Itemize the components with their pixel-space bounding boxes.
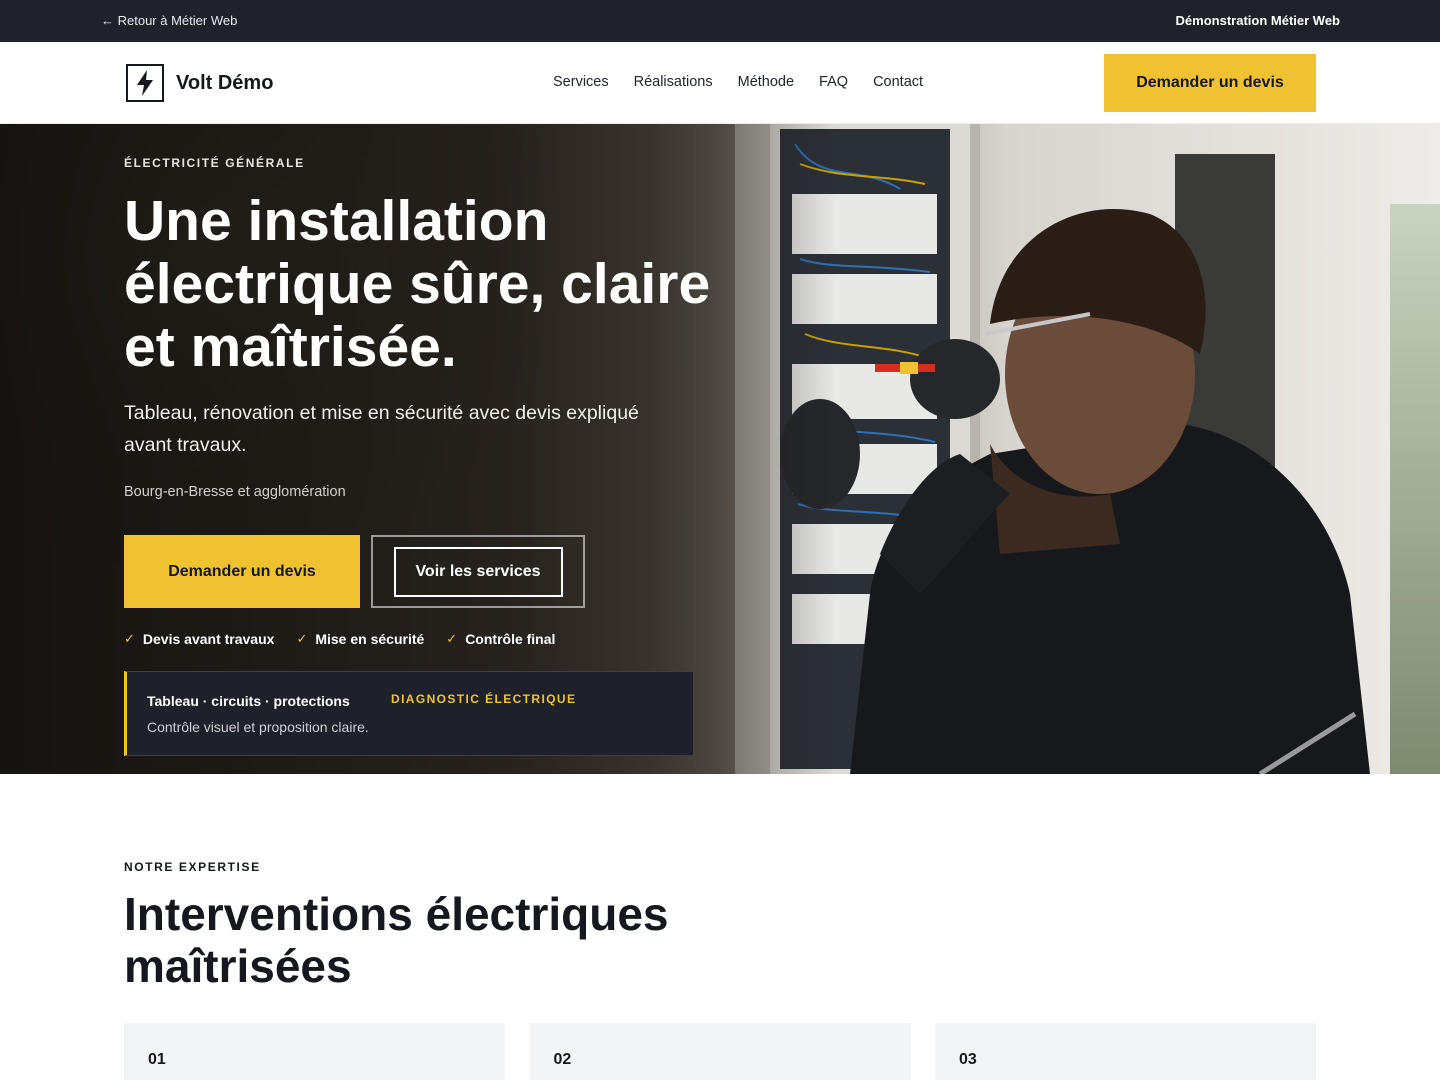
card-number: 01 xyxy=(148,1051,166,1068)
nav-methode[interactable]: Méthode xyxy=(738,74,794,90)
diagnostic-title: Tableau · circuits · protections xyxy=(147,693,350,709)
top-strip: ← Retour à Métier Web Démonstration Méti… xyxy=(0,0,1440,42)
service-area: Bourg-en-Bresse et agglomération xyxy=(124,484,346,500)
hero-section: Électricité générale Une installation él… xyxy=(0,124,1440,774)
check-icon: ✓ xyxy=(446,631,458,646)
hero-eyebrow: Électricité générale xyxy=(124,156,305,170)
header-quote-button[interactable]: Demander un devis xyxy=(1104,54,1316,112)
see-services-button[interactable]: Voir les services xyxy=(371,535,585,608)
nav-services[interactable]: Services xyxy=(553,74,609,90)
expertise-card[interactable]: 03 xyxy=(935,1023,1316,1080)
guarantees-list: ✓ Devis avant travaux ✓ Mise en sécurité… xyxy=(124,631,577,647)
guarantee-label: Devis avant travaux xyxy=(142,631,275,647)
back-to-metier-web-link[interactable]: ← Retour à Métier Web xyxy=(101,13,237,28)
expertise-card[interactable]: 01 xyxy=(124,1023,505,1080)
check-icon: ✓ xyxy=(296,631,308,646)
guarantee-label: Contrôle final xyxy=(465,631,556,647)
lightning-bolt-icon xyxy=(126,64,164,102)
expertise-card[interactable]: 02 xyxy=(529,1023,911,1080)
demo-label: Démonstration Métier Web xyxy=(1175,13,1340,28)
see-services-label: Voir les services xyxy=(393,546,563,597)
diagnostic-tag: Diagnostic électrique xyxy=(391,692,577,706)
guarantee-label: Mise en sécurité xyxy=(315,631,425,647)
nav-faq[interactable]: FAQ xyxy=(819,74,848,90)
expertise-eyebrow: Notre expertise xyxy=(124,860,261,874)
site-header: Volt Démo Services Réalisations Méthode … xyxy=(0,42,1440,124)
nav-contact[interactable]: Contact xyxy=(873,74,923,90)
brand-home-link[interactable]: Volt Démo xyxy=(126,64,273,102)
hero-title: Une installation électrique sûre, claire… xyxy=(124,189,711,379)
card-number: 03 xyxy=(959,1051,977,1068)
diagnostic-text: Contrôle visuel et proposition claire. xyxy=(147,719,369,735)
hero-subtitle: Tableau, rénovation et mise en sécurité … xyxy=(124,402,639,456)
guarantee-item: ✓ Devis avant travaux xyxy=(124,631,274,647)
main-nav: Services Réalisations Méthode FAQ Contac… xyxy=(553,74,923,90)
brand-name: Volt Démo xyxy=(176,71,274,94)
check-icon: ✓ xyxy=(124,631,135,646)
diagnostic-card: Tableau · circuits · protections Contrôl… xyxy=(124,671,694,756)
card-number: 02 xyxy=(553,1051,572,1068)
expertise-title: Interventions électriques maîtrisées xyxy=(124,888,669,992)
hero-quote-button[interactable]: Demander un devis xyxy=(124,535,360,608)
guarantee-item: ✓ Mise en sécurité xyxy=(296,631,424,647)
guarantee-item: ✓ Contrôle final xyxy=(446,631,555,647)
nav-realisations[interactable]: Réalisations xyxy=(634,74,713,90)
expertise-cards: 01 02 03 xyxy=(124,1023,1316,1080)
